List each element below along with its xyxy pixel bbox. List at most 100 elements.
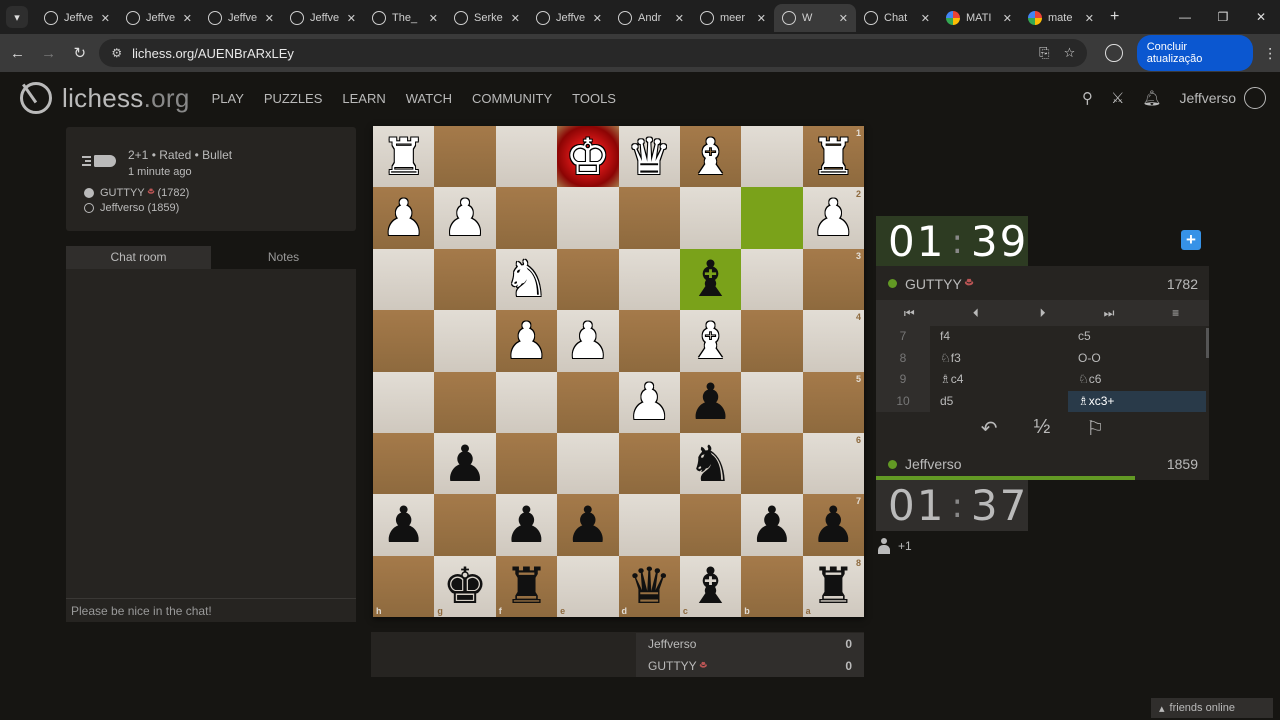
board-square[interactable] (741, 126, 803, 188)
close-tab-icon[interactable]: ✕ (347, 12, 356, 25)
last-move-icon[interactable]: ⏭ (1076, 300, 1143, 326)
white-move[interactable]: ♘f3 (930, 348, 1068, 370)
self-name[interactable]: Jeffverso (905, 456, 962, 472)
search-icon[interactable]: ⚲ (1082, 89, 1093, 107)
board-square[interactable] (434, 371, 496, 433)
first-move-icon[interactable]: ⏮ (876, 300, 943, 326)
resign-flag-icon[interactable]: ⚐ (1086, 416, 1104, 446)
board-square[interactable] (618, 187, 680, 249)
board-square[interactable] (495, 187, 558, 249)
board-square[interactable] (679, 187, 742, 249)
black-pawn-icon[interactable]: ♟ (750, 500, 795, 550)
user-avatar-icon[interactable] (1244, 87, 1266, 109)
black-move[interactable]: ♗xc3+ (1068, 390, 1206, 412)
board-square[interactable] (495, 126, 558, 188)
new-tab-button[interactable]: + (1110, 8, 1119, 26)
board-square[interactable]: h (373, 555, 435, 617)
tab-search-button[interactable]: ▾ (6, 6, 28, 28)
chat-input[interactable]: Please be nice in the chat! (66, 598, 356, 622)
site-info-icon[interactable]: ⚙ (111, 46, 122, 60)
close-tab-icon[interactable]: ✕ (1085, 12, 1094, 25)
black-pawn-icon[interactable]: ♟ (811, 500, 856, 550)
board-square[interactable] (741, 371, 803, 433)
board-square[interactable]: ♟ (741, 494, 803, 556)
white-knight-icon[interactable]: ♞ (504, 254, 549, 304)
notifications-bell-icon[interactable]: 🔔︎ (1142, 89, 1161, 107)
black-king-icon[interactable]: ♚ (443, 561, 488, 611)
board-square[interactable] (618, 310, 680, 372)
board-square[interactable] (373, 310, 435, 372)
white-move[interactable]: ♗c4 (930, 369, 1068, 391)
update-button[interactable]: Concluir atualização (1136, 35, 1253, 71)
white-player-link[interactable]: GUTTYY 🎩︎ (1782) (84, 186, 189, 200)
browser-tab[interactable]: mate ✕ (1020, 4, 1102, 32)
close-tab-icon[interactable]: ✕ (511, 12, 520, 25)
nav-community[interactable]: COMMUNITY (472, 91, 552, 106)
takeback-icon[interactable]: ↶ (981, 416, 998, 446)
move-list-scrollbar[interactable] (1206, 328, 1209, 358)
board-square[interactable]: e (557, 555, 619, 617)
install-app-icon[interactable]: ⎘ (1039, 45, 1049, 61)
close-tab-icon[interactable]: ✕ (675, 12, 684, 25)
board-square[interactable]: ♜ 1 (802, 126, 864, 188)
black-bishop-icon[interactable]: ♝ (688, 561, 733, 611)
close-tab-icon[interactable]: ✕ (757, 12, 766, 25)
close-window-button[interactable]: ✕ (1242, 10, 1280, 24)
board-square[interactable] (741, 187, 803, 249)
white-pawn-icon[interactable]: ♟ (627, 377, 672, 427)
friends-online-button[interactable]: ▴ friends online (1151, 698, 1273, 718)
board-square[interactable] (495, 432, 558, 495)
browser-tab[interactable]: Jeffve ✕ (528, 4, 610, 32)
board-square[interactable] (557, 371, 619, 433)
board-square[interactable]: ♝ (679, 310, 742, 372)
white-move[interactable]: f4 (930, 326, 1068, 348)
board-square[interactable] (434, 494, 496, 556)
white-pawn-icon[interactable]: ♟ (565, 316, 610, 366)
browser-tab[interactable]: Chat ✕ (856, 4, 938, 32)
board-square[interactable]: ♟ (679, 371, 742, 433)
board-square[interactable]: ♜ 8 a (802, 555, 864, 617)
lichess-logo[interactable]: lichess.org (20, 82, 190, 114)
prev-move-icon[interactable]: ⏴ (943, 300, 1010, 326)
black-move[interactable]: ♘c6 (1068, 369, 1206, 391)
close-tab-icon[interactable]: ✕ (429, 12, 438, 25)
board-square[interactable] (373, 248, 435, 311)
url-field[interactable]: ⚙ lichess.org/AUENBrARxLEy ⎘ ☆ (99, 39, 1088, 67)
board-square[interactable]: ♚ g (434, 555, 496, 617)
black-move[interactable]: O-O (1068, 348, 1206, 370)
board-square[interactable] (741, 432, 803, 495)
browser-tab[interactable]: The_ ✕ (364, 4, 446, 32)
board-square[interactable]: ♟ (373, 494, 435, 556)
board-square[interactable]: ♝ (679, 248, 742, 311)
white-queen-icon[interactable]: ♛ (627, 132, 672, 182)
close-tab-icon[interactable]: ✕ (265, 12, 274, 25)
board-square[interactable] (618, 432, 680, 495)
close-tab-icon[interactable]: ✕ (183, 12, 192, 25)
board-square[interactable] (373, 432, 435, 495)
nav-puzzles[interactable]: PUZZLES (264, 91, 323, 106)
nav-watch[interactable]: WATCH (406, 91, 452, 106)
board-square[interactable] (495, 371, 558, 433)
browser-tab[interactable]: Andr ✕ (610, 4, 692, 32)
black-pawn-icon[interactable]: ♟ (443, 439, 488, 489)
browser-tab[interactable]: Jeffve ✕ (118, 4, 200, 32)
browser-tab[interactable]: W ✕ (774, 4, 856, 32)
white-pawn-icon[interactable]: ♟ (504, 316, 549, 366)
board-square[interactable]: ♟ (557, 310, 619, 372)
board-square[interactable]: ♜ (373, 126, 435, 188)
back-button[interactable]: ← (4, 45, 31, 62)
board-square[interactable] (434, 248, 496, 311)
white-bishop-icon[interactable]: ♝ (688, 132, 733, 182)
close-tab-icon[interactable]: ✕ (101, 12, 110, 25)
white-king-icon[interactable]: ♚ (565, 132, 610, 182)
white-pawn-icon[interactable]: ♟ (381, 193, 426, 243)
white-rook-icon[interactable]: ♜ (811, 132, 856, 182)
board-square[interactable]: 5 (802, 371, 864, 433)
browser-tab[interactable]: MATI ✕ (938, 4, 1020, 32)
board-square[interactable] (434, 126, 496, 188)
black-rook-icon[interactable]: ♜ (811, 561, 856, 611)
board-square[interactable] (618, 494, 680, 556)
profile-icon[interactable] (1105, 44, 1123, 62)
nav-play[interactable]: PLAY (212, 91, 244, 106)
minimize-button[interactable]: — (1166, 10, 1204, 24)
